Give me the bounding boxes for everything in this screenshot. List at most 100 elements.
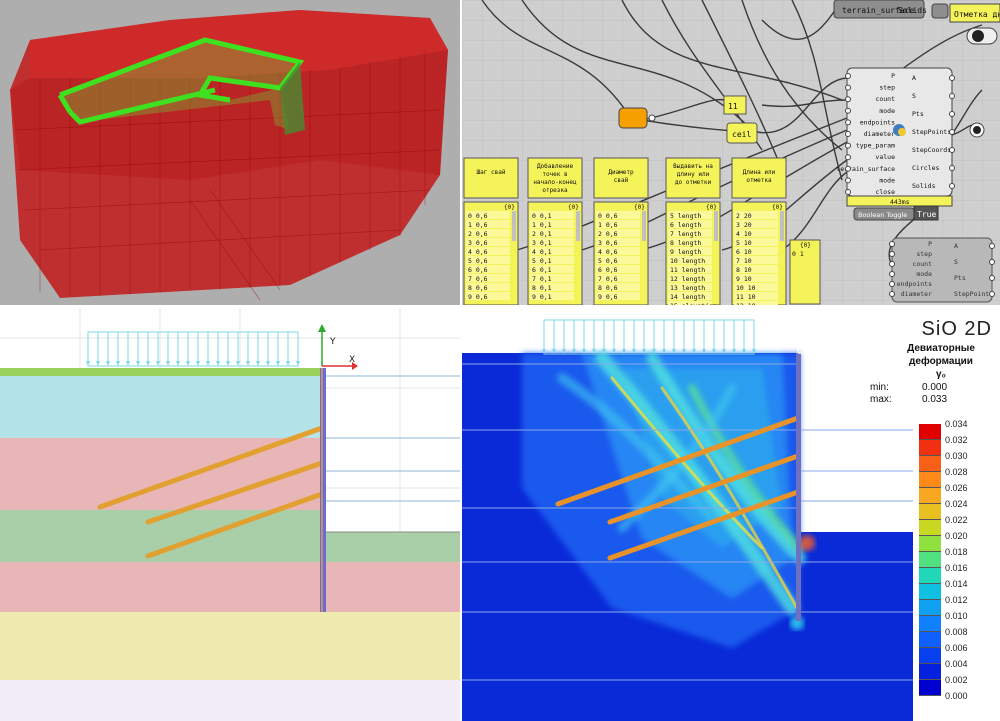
gh-panel-row: 9 0,6	[598, 293, 618, 301]
python-input-1: step	[879, 84, 895, 92]
gh-panel-row: 3 20	[736, 221, 752, 229]
gh-panel-0[interactable]: Шаг свай {0} 0 0,61 0,62 0,63 0,64 0,65 0,…	[463, 157, 519, 305]
gh-panel-title: Диаметр	[608, 169, 634, 176]
gh-panel-title: Выдавить на	[673, 163, 713, 170]
python2-input-3: mode	[916, 270, 932, 278]
python-input-9: mode	[879, 176, 895, 184]
legend-swatch	[919, 648, 941, 664]
legend-swatch	[919, 488, 941, 504]
gh-panel-header: {0}	[634, 204, 645, 211]
gh-top-item-2: Solids	[898, 6, 927, 15]
gh-panel-title: точек в	[542, 171, 567, 178]
sio2d-results-view[interactable]: SiO 2D Девиаторные деформации γ₀ min: 0.0…	[462, 308, 1000, 721]
gh-panel-row: 6 0,1	[532, 266, 552, 274]
gh-panel-row: 1 0,6	[468, 221, 488, 229]
legend-tick-label: 0.024	[945, 499, 968, 509]
gh-panel-header: {0}	[568, 204, 579, 211]
gh-panel-row: 9 0,6	[468, 293, 488, 301]
gh-panel-row: 7 0,6	[598, 275, 618, 283]
python2-input-4: endpoints	[897, 280, 932, 288]
gh-panel-row: 4 0,6	[468, 248, 488, 256]
min-label: min:	[870, 382, 889, 393]
section-canvas[interactable]: Y X	[0, 308, 460, 721]
gh-panel-row: 6 0,6	[468, 266, 488, 274]
gh-panel-row: 15 elevation	[670, 302, 717, 305]
gh-panel-row: 6 0,6	[598, 266, 618, 274]
gh-panel-header: {0}	[706, 204, 717, 211]
legend-tick-label: 0.000	[945, 691, 968, 701]
soil-layer-1	[0, 376, 322, 438]
gh-panel-row: 4 0,6	[598, 248, 618, 256]
legend-title-line-3: γ₀	[935, 369, 947, 380]
gh-panel-row: 2 0,6	[468, 230, 488, 238]
gh-panel-row: 3 0,6	[598, 239, 618, 247]
gh-panel-row: 13 length	[670, 284, 705, 292]
legend-tick-label: 0.004	[945, 659, 968, 669]
section-view[interactable]: Y X	[0, 308, 460, 721]
legend-tick-label: 0.018	[945, 547, 968, 557]
gh-panel-title: Длина или	[743, 169, 776, 176]
gh-panel-row: 7 0,1	[532, 275, 552, 283]
gh-panel-row: 8 length	[670, 239, 701, 247]
gh-panel-row: 1 0,1	[532, 221, 552, 229]
legend-tick-label: 0.030	[945, 451, 968, 461]
gh-panel-row: 0 0,6	[598, 212, 618, 220]
gh-panel-row: 8 0,6	[468, 284, 488, 292]
gh-panel-row: 6 10	[736, 248, 752, 256]
retaining-wall	[320, 368, 326, 612]
gh-panel-3[interactable]: Выдавить надлину илидо отметки {0} 5 lengt…	[665, 157, 721, 305]
gh-panel-title: Добавление	[537, 163, 574, 170]
gh-panel-2[interactable]: Диаметрсвай {0} 0 0,61 0,62 0,63 0,64 0,65…	[593, 157, 649, 305]
gh-small-panel-header: {0}	[800, 242, 811, 249]
rhino-3d-viewport[interactable]	[0, 0, 460, 305]
legend-swatch	[919, 520, 941, 536]
gh-panel-row: 11 length	[670, 266, 705, 274]
gh-panel-row: 4 0,1	[532, 248, 552, 256]
legend-tick-label: 0.016	[945, 563, 968, 573]
legend-tick-label: 0.026	[945, 483, 968, 493]
gh-panel-title: длину или	[677, 171, 710, 178]
python-output-0: A	[912, 74, 916, 82]
max-label: max:	[870, 394, 892, 405]
python-output-2: Pts	[912, 110, 924, 118]
gh-panel-header: {0}	[504, 204, 515, 211]
toggle-label: Boolean Toggle	[858, 211, 907, 219]
axis-x-label: X	[349, 355, 355, 365]
python-input-4: endpoints	[860, 118, 895, 126]
gh-panel-row: 0 0,1	[532, 212, 552, 220]
gh-panel-title: до отметки	[675, 179, 712, 186]
legend-tick-label: 0.006	[945, 643, 968, 653]
legend-swatch	[919, 472, 941, 488]
gh-panel-row: 3 0,6	[468, 239, 488, 247]
python2-output-3: StepPoints	[954, 290, 993, 298]
python-output-3: StepPoints	[912, 128, 951, 136]
soil-layer-4	[0, 562, 322, 612]
gh-panel-row: 8 0,1	[532, 284, 552, 292]
gh-panel-4[interactable]: Длина илиотметка {0} 2 203 204 105 106 107…	[731, 157, 787, 305]
gh-ceil: ceil	[732, 130, 751, 139]
legend-tick-label: 0.034	[945, 419, 968, 429]
python-output-5: Circles	[912, 164, 939, 172]
gh-panel-row: 7 10	[736, 257, 752, 265]
soil-layer-5	[0, 612, 460, 680]
sio-brand: SiO 2D	[921, 318, 992, 340]
legend-tick-label: 0.010	[945, 611, 968, 621]
3d-model-canvas[interactable]	[0, 0, 460, 305]
gh-panel-row: 9 length	[670, 248, 701, 256]
legend-swatch	[919, 568, 941, 584]
gh-param-component[interactable]	[618, 107, 648, 129]
legend-swatch	[919, 584, 941, 600]
gh-panel-row: 2 0,6	[598, 230, 618, 238]
legend-tick-label: 0.002	[945, 675, 968, 685]
legend-swatch	[919, 456, 941, 472]
gh-panel-row: 9 0,1	[532, 293, 552, 301]
gh-panel-row: 1 0,6	[598, 221, 618, 229]
contour-field-right	[800, 532, 913, 721]
gh-panel-1[interactable]: Добавлениеточек вначало-конецотрезка {0} 0…	[527, 157, 583, 305]
grasshopper-graph[interactable]: terrain_surface Solids Отметка дн 11 cei…	[462, 0, 1000, 305]
gh-panel-row: 12 length	[670, 275, 705, 283]
python2-input-0: P	[928, 240, 932, 248]
close-icon[interactable]	[972, 30, 984, 42]
close-icon-2[interactable]	[973, 126, 981, 134]
grasshopper-canvas[interactable]: terrain_surface Solids Отметка дн 11 cei…	[462, 0, 1000, 305]
